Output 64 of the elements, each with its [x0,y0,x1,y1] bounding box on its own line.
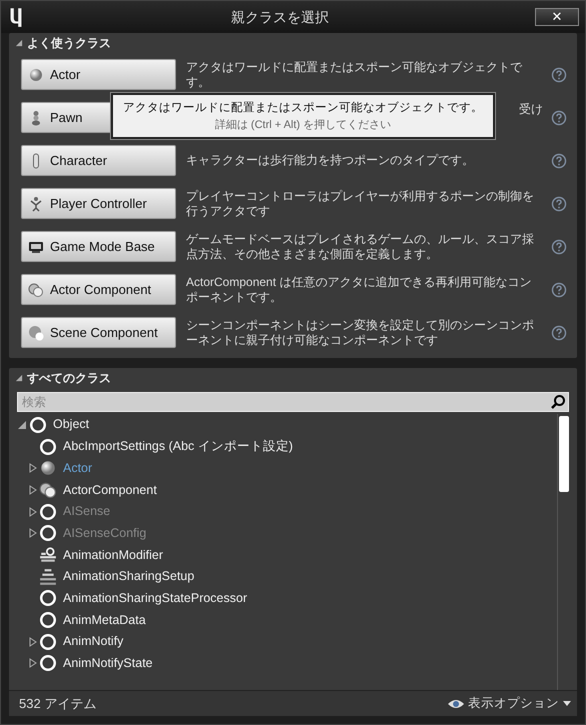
collapsed-arrow-icon[interactable] [27,636,39,647]
search-field[interactable]: 検索 [17,392,569,412]
class-tree-item[interactable]: AnimMetaData [63,610,146,630]
grid-icon [39,568,57,586]
component-icon [39,480,57,499]
circle-icon [29,416,47,434]
class-tree-item[interactable]: AbcImportSettings (Abc インポート設定) [63,437,293,456]
close-button[interactable]: ✕ [535,8,579,26]
scene-icon [28,324,44,340]
window-title: 親クラスを選択 [230,8,330,26]
help-icon[interactable] [551,152,567,168]
class-button[interactable]: Character [21,145,176,176]
class-tree-item[interactable]: ActorComponent [63,480,157,500]
help-icon[interactable] [551,324,567,340]
help-icon[interactable] [551,66,567,82]
class-description: アクタはワールドに配置またはスポーン可能なオブジェクトです。 [186,60,524,90]
circle-icon [39,589,57,608]
class-tree-item[interactable]: AnimationSharingStateProcessor [63,588,248,608]
class-tree-item[interactable]: AnimationSharingSetup [63,567,194,586]
help-icon[interactable] [551,282,567,298]
collapsed-arrow-icon[interactable] [27,658,39,668]
all-section-title: すべてのクラス [27,370,111,387]
class-button[interactable]: Player Controller [21,188,176,219]
collapsed-arrow-icon[interactable] [27,484,39,495]
class-tree-item[interactable]: Object [53,415,90,434]
collapse-triangle-icon[interactable] [15,374,23,382]
class-description: プレイヤーコントローラはプレイヤーが利用するポーンの制御を行うアクタです [186,188,535,218]
circle-icon [39,502,57,521]
circle-icon [39,438,57,456]
class-description: シーンコンポーネントはシーン変換を設定して別のシーンコンポーネントに親子付け可能なコンポーネントです [186,318,535,348]
class-button[interactable]: Game Mode Base [21,231,176,262]
collapsed-arrow-icon[interactable] [27,463,39,474]
collapse-triangle-icon[interactable] [15,39,23,47]
help-icon[interactable] [551,110,567,126]
tooltip-hint: 詳細は (Ctrl + Alt) を押してください [214,118,392,132]
sphere-icon [39,459,57,478]
scrollbar-thumb[interactable] [559,416,569,492]
item-count: 532 アイテム [19,694,96,713]
class-button[interactable]: Actor [21,59,176,90]
class-description: 受け [519,102,543,117]
class-description: キャラクターは歩行能力を持つポーンのタイプです。 [186,153,475,168]
circle-icon [39,632,57,651]
view-options-button[interactable]: 表示オプション [448,694,571,713]
caret-icon [563,701,571,706]
help-icon[interactable] [551,196,567,212]
figure-icon [28,196,44,212]
class-button[interactable]: Actor Component [21,274,176,305]
class-tree-item[interactable]: Actor [63,458,92,478]
class-tree-item[interactable]: AnimNotify [63,632,124,652]
expanded-arrow-icon[interactable] [17,420,29,430]
class-description: ActorComponent は任意のアクタに追加できる再利用可能なコンポーネントです。 [186,274,532,304]
circle-icon [39,611,57,630]
class-button[interactable]: Scene Component [21,317,176,348]
help-icon[interactable] [551,238,567,254]
common-section-title: よく使うクラス [27,35,111,52]
class-description: ゲームモードベースはプレイされるゲームの、ルール、スコア採点方法、その他さまざまな側面を定義します。 [186,232,535,262]
circle-icon [39,654,57,672]
circle-icon [39,524,57,542]
class-tree-item[interactable]: AnimationModifier [63,546,164,564]
class-tree-item[interactable]: AnimNotifyState [63,654,153,673]
search-icon [550,394,566,410]
modifier-icon [39,546,57,564]
component-icon [28,282,44,298]
sphere-icon [28,66,44,82]
